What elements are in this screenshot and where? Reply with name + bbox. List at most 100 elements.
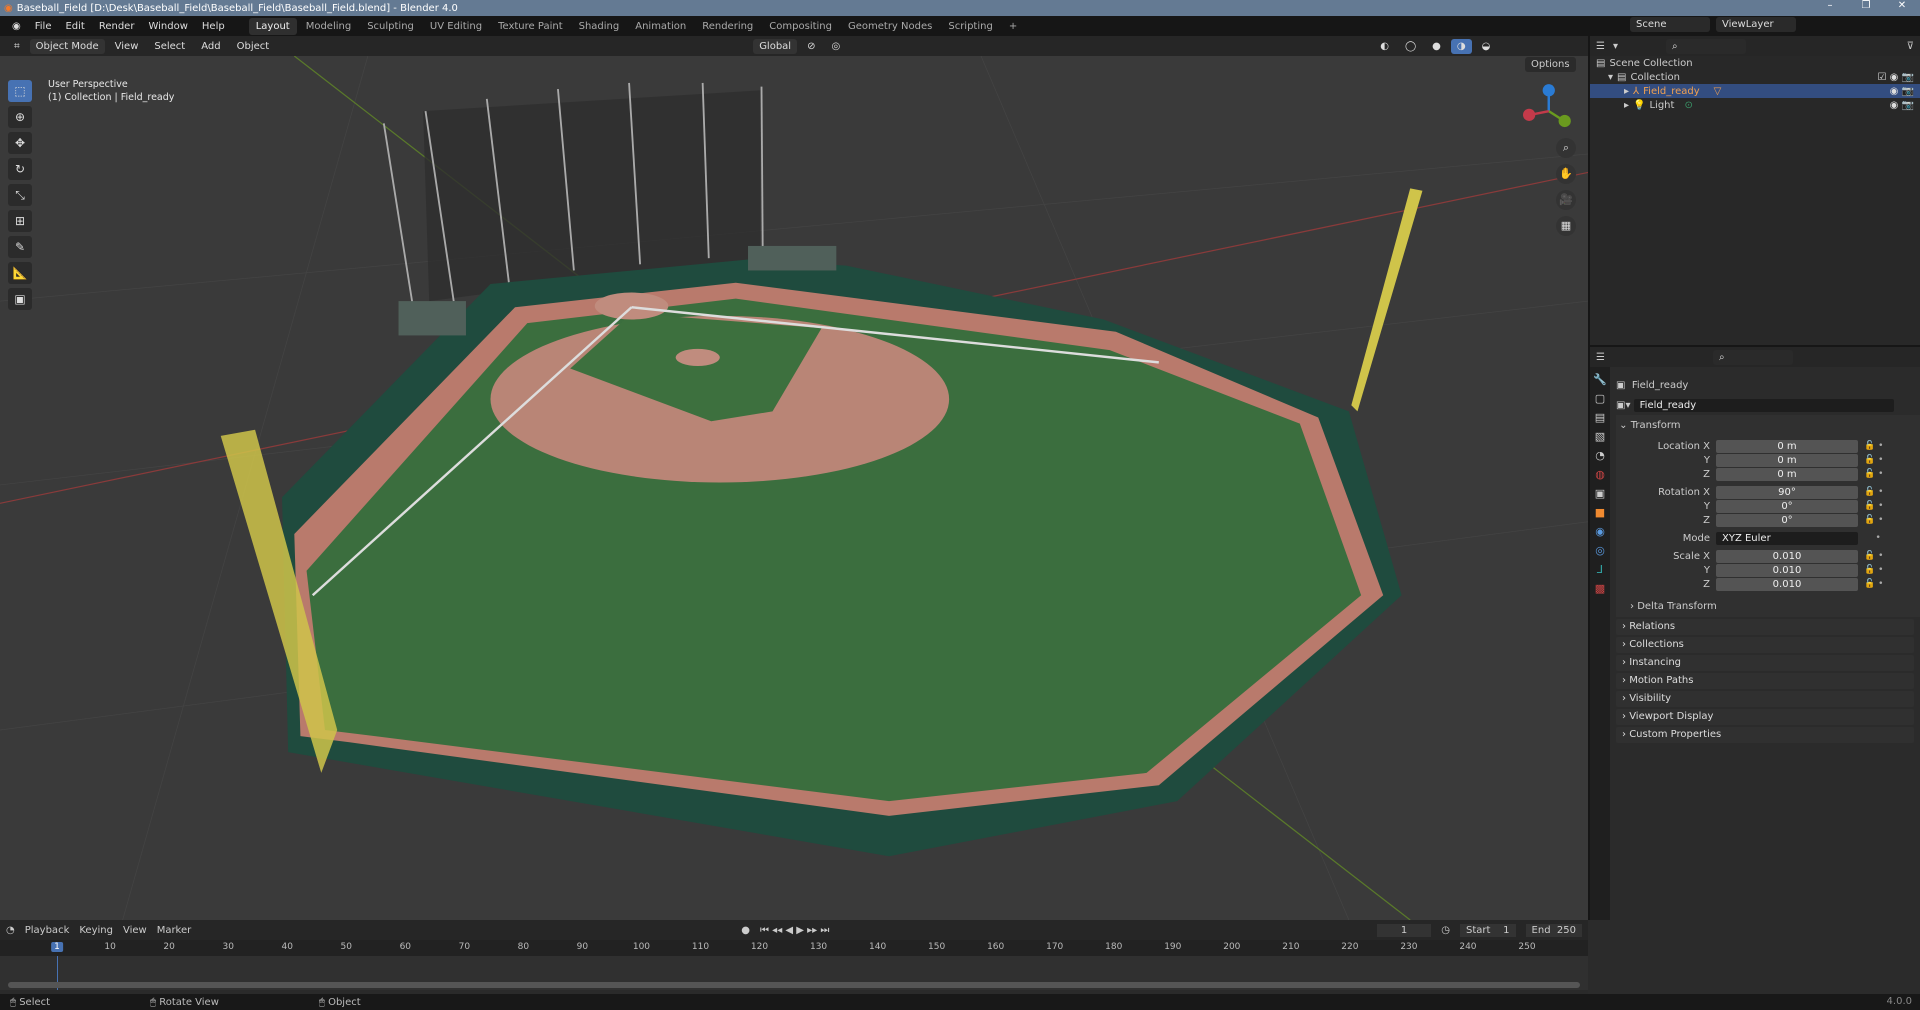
3d-viewport[interactable] xyxy=(0,56,1588,920)
scale-y-field[interactable]: 0.010 xyxy=(1716,563,1858,577)
menu-object[interactable]: Object xyxy=(231,39,276,54)
physics-tab-icon[interactable]: ◎ xyxy=(1595,544,1605,557)
lock-icon[interactable]: 🔓 • xyxy=(1864,455,1883,465)
options-button[interactable]: Options xyxy=(1525,57,1576,72)
delta-transform-subpanel[interactable]: › Delta Transform xyxy=(1616,599,1920,613)
timeline-scrollbar[interactable] xyxy=(8,982,1580,988)
outliner-light[interactable]: ▸ 💡 Light ⊙ ◉ 📷 xyxy=(1590,98,1920,112)
expand-arrow-icon[interactable]: ▸ xyxy=(1624,86,1629,97)
rotation-z-field[interactable]: 0° xyxy=(1716,513,1858,527)
select-box-tool-icon[interactable]: ⬚ xyxy=(8,80,32,102)
tab-sculpting[interactable]: Sculpting xyxy=(360,18,421,35)
tool-tab-icon[interactable]: 🔧 xyxy=(1593,373,1607,386)
visibility-eye-icon[interactable]: ◉ 📷 xyxy=(1890,86,1914,97)
menu-playback[interactable]: Playback xyxy=(25,925,70,936)
modifier-tab-icon[interactable]: ◉ xyxy=(1595,525,1605,538)
visibility-eye-icon[interactable]: ◉ 📷 xyxy=(1890,100,1914,111)
output-tab-icon[interactable]: ▤ xyxy=(1595,411,1605,424)
visibility-eye-icon[interactable]: ☑ ◉ 📷 xyxy=(1878,72,1915,83)
scale-x-field[interactable]: 0.010 xyxy=(1716,549,1858,563)
outliner-editor-icon[interactable]: ☰ xyxy=(1596,41,1605,52)
camera-view-icon[interactable]: 🎥 xyxy=(1556,190,1576,210)
scene-selector[interactable]: Scene xyxy=(1630,17,1710,32)
lock-icon[interactable]: 🔓 • xyxy=(1864,469,1883,479)
frame-ruler[interactable]: 1 10 20 30 40 50 60 70 80 90 100 110 120 130 140 150 160… xyxy=(0,940,1588,956)
tab-geometry-nodes[interactable]: Geometry Nodes xyxy=(841,18,939,35)
render-tab-icon[interactable]: ▢ xyxy=(1595,392,1605,405)
panel-collections[interactable]: › Collections xyxy=(1616,637,1914,653)
outliner-search-input[interactable]: ⌕ xyxy=(1666,38,1746,54)
rotation-x-field[interactable]: 90° xyxy=(1716,485,1858,499)
timeline-area[interactable] xyxy=(0,956,1588,990)
expand-arrow-icon[interactable]: ▸ xyxy=(1624,100,1629,111)
location-y-field[interactable]: 0 m xyxy=(1716,453,1858,467)
material-shading-icon[interactable]: ◑ xyxy=(1450,38,1472,54)
annotate-tool-icon[interactable]: ✎ xyxy=(8,236,32,258)
menu-edit[interactable]: Edit xyxy=(59,19,90,34)
lock-icon[interactable]: 🔓 • xyxy=(1864,441,1883,451)
properties-editor-icon[interactable]: ☰ xyxy=(1596,352,1605,363)
tab-texture-paint[interactable]: Texture Paint xyxy=(491,18,570,35)
solid-shading-icon[interactable]: ● xyxy=(1426,39,1447,54)
menu-view[interactable]: View xyxy=(109,39,145,54)
lock-icon[interactable]: 🔓 • xyxy=(1864,579,1883,589)
tab-scripting[interactable]: Scripting xyxy=(941,18,999,35)
tab-animation[interactable]: Animation xyxy=(628,18,693,35)
lock-icon[interactable]: 🔓 • xyxy=(1864,501,1883,511)
panel-relations[interactable]: › Relations xyxy=(1616,619,1914,635)
tab-shading[interactable]: Shading xyxy=(572,18,627,35)
display-mode-icon[interactable]: ▾ xyxy=(1613,41,1618,52)
orientation-selector[interactable]: Global xyxy=(753,38,798,54)
object-name-field[interactable]: Field_ready xyxy=(1633,398,1894,412)
scale-tool-icon[interactable]: ⤡ xyxy=(8,184,32,206)
menu-window[interactable]: Window xyxy=(142,19,193,34)
wireframe-shading-icon[interactable]: ◯ xyxy=(1399,39,1422,54)
panel-motion-paths[interactable]: › Motion Paths xyxy=(1616,673,1914,689)
tab-modeling[interactable]: Modeling xyxy=(299,18,359,35)
menu-render[interactable]: Render xyxy=(93,19,141,34)
view-layer-tab-icon[interactable]: ▧ xyxy=(1595,430,1605,443)
location-z-field[interactable]: 0 m xyxy=(1716,467,1858,481)
outliner-scene-collection[interactable]: ▤ Scene Collection xyxy=(1590,56,1920,70)
tab-rendering[interactable]: Rendering xyxy=(695,18,760,35)
playback-controls[interactable]: ⏮ ◂◂ ◀ ▶ ▸▸ ⏭ xyxy=(760,925,829,936)
overlay-icon[interactable]: ◐ xyxy=(1374,39,1395,54)
texture-tab-icon[interactable]: ▩ xyxy=(1595,582,1605,595)
minimize-button[interactable]: – xyxy=(1812,0,1848,11)
panel-custom-properties[interactable]: › Custom Properties xyxy=(1616,727,1914,743)
scale-z-field[interactable]: 0.010 xyxy=(1716,577,1858,591)
menu-help[interactable]: Help xyxy=(196,19,231,34)
world-tab-icon[interactable]: ◍ xyxy=(1595,468,1605,481)
panel-viewport-display[interactable]: › Viewport Display xyxy=(1616,709,1914,725)
start-frame-field[interactable]: Start 1 xyxy=(1460,923,1516,937)
menu-marker[interactable]: Marker xyxy=(157,925,192,936)
object-tab-icon[interactable]: ■ xyxy=(1595,506,1605,519)
expand-arrow-icon[interactable]: ▾ xyxy=(1608,72,1613,83)
end-frame-field[interactable]: End 250 xyxy=(1525,923,1582,937)
add-cube-tool-icon[interactable]: ▣ xyxy=(8,288,32,310)
rotation-y-field[interactable]: 0° xyxy=(1716,499,1858,513)
filter-icon[interactable]: ⊽ xyxy=(1907,41,1914,52)
editor-type-icon[interactable]: ⌗ xyxy=(8,39,26,54)
ortho-grid-icon[interactable]: ▦ xyxy=(1556,216,1576,236)
scene-tab-icon[interactable]: ◔ xyxy=(1595,449,1605,462)
tab-uv-editing[interactable]: UV Editing xyxy=(423,18,489,35)
location-x-field[interactable]: 0 m xyxy=(1716,439,1858,453)
menu-keying[interactable]: Keying xyxy=(79,925,113,936)
lock-icon[interactable]: 🔓 • xyxy=(1864,487,1883,497)
pan-hand-icon[interactable]: ✋ xyxy=(1556,164,1576,184)
outliner-collection[interactable]: ▾ ▤ Collection ☑ ◉ 📷 xyxy=(1590,70,1920,84)
rotate-tool-icon[interactable]: ↻ xyxy=(8,158,32,180)
menu-file[interactable]: File xyxy=(29,19,58,34)
view-layer-selector[interactable]: ViewLayer xyxy=(1716,17,1796,32)
lock-icon[interactable]: 🔓 • xyxy=(1864,551,1883,561)
proportional-edit-icon[interactable]: ◎ xyxy=(825,39,846,54)
blender-menu-icon[interactable]: ◉ xyxy=(6,19,27,34)
outliner-field-ready[interactable]: ▸ ⅄ Field_ready ▽ ◉ 📷 xyxy=(1590,84,1920,98)
lock-icon[interactable]: 🔓 • xyxy=(1864,515,1883,525)
tab-layout[interactable]: Layout xyxy=(248,17,297,35)
panel-instancing[interactable]: › Instancing xyxy=(1616,655,1914,671)
panel-visibility[interactable]: › Visibility xyxy=(1616,691,1914,707)
measure-tool-icon[interactable]: 📐 xyxy=(8,262,32,284)
move-tool-icon[interactable]: ✥ xyxy=(8,132,32,154)
